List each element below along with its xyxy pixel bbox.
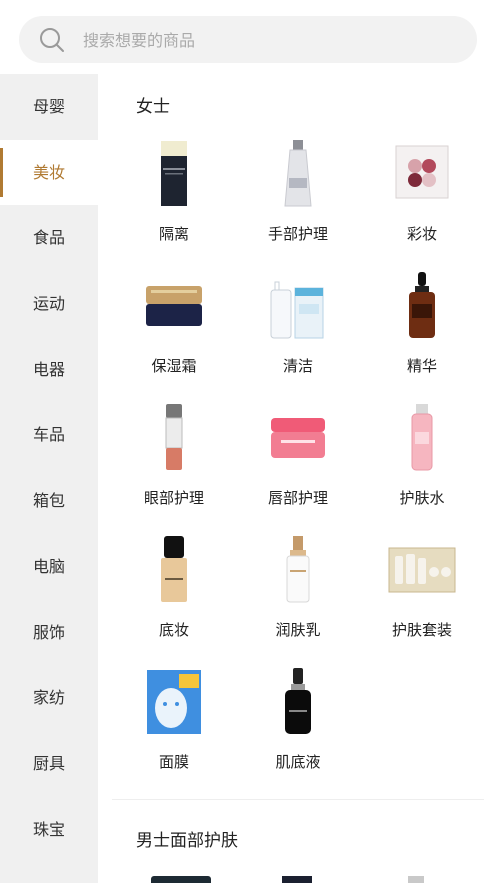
product-label: 润肤乳: [275, 621, 321, 639]
face-mask-pack-icon: [147, 670, 201, 734]
product-label: 清洁: [282, 357, 313, 375]
section-divider: [112, 799, 484, 800]
sidebar-item-jiafang[interactable]: 家纺: [0, 665, 98, 731]
eyeshadow-palette-icon: [395, 145, 449, 199]
product-label: 护肤水: [399, 489, 445, 507]
sidebar-item-fushi[interactable]: 服饰: [0, 600, 98, 666]
toner-bottle-icon: [411, 404, 433, 471]
primer-bottle-icon: [161, 141, 187, 206]
essence-bottle-icon: [285, 668, 311, 734]
sidebar-item-chepin[interactable]: 车品: [0, 402, 98, 468]
sidebar-item-yundong[interactable]: 运动: [0, 271, 98, 337]
foundation-bottle-icon: [161, 536, 187, 602]
skincare-set-icon: [388, 547, 456, 593]
section-title: 女士: [136, 97, 170, 117]
product-item-hand-care[interactable]: 手部护理: [236, 126, 360, 258]
product-label: 唇部护理: [267, 489, 328, 507]
search-input[interactable]: [81, 16, 465, 65]
lip-mask-jar-icon: [271, 418, 325, 458]
product-label: 隔离: [158, 225, 189, 243]
hand-cream-tube-icon: [284, 140, 312, 207]
eye-serum-icon: [165, 404, 183, 470]
product-label: 面膜: [158, 753, 189, 771]
section-title: 男士面部护肤: [136, 831, 238, 851]
cream-jar-icon: [146, 286, 202, 326]
product-item-toner[interactable]: 护肤水: [360, 390, 484, 522]
product-item-serum[interactable]: 精华: [360, 258, 484, 390]
product-item-lip-care[interactable]: 唇部护理: [236, 390, 360, 522]
sidebar-item-muying[interactable]: 母婴: [0, 74, 98, 140]
category-content: 女士 隔离 手部护理 彩妆 保湿霜 清洁 精华 眼部护理 唇部护理 护肤水 底妆…: [98, 74, 497, 883]
product-item-lotion[interactable]: 润肤乳: [236, 522, 360, 654]
product-label: 护肤套装: [391, 621, 452, 639]
sidebar-item-zhubao[interactable]: 珠宝: [0, 797, 98, 863]
product-label: 眼部护理: [143, 489, 204, 507]
product-label: 肌底液: [275, 753, 321, 771]
product-item-primer[interactable]: 隔离: [112, 126, 236, 258]
sidebar-item-chuju[interactable]: 厨具: [0, 731, 98, 797]
product-item-face-mask[interactable]: 面膜: [112, 654, 236, 786]
product-item-skincare-set[interactable]: 护肤套装: [360, 522, 484, 654]
product-label: 保湿霜: [151, 357, 197, 375]
product-label: 底妆: [158, 621, 189, 639]
product-item-cleansing[interactable]: 清洁: [236, 258, 360, 390]
partial-product-image: [151, 876, 211, 883]
partial-product-image: [408, 876, 424, 883]
product-item-essence[interactable]: 肌底液: [236, 654, 360, 786]
sidebar-item-shipin[interactable]: 食品: [0, 205, 98, 271]
product-label: 彩妆: [406, 225, 437, 243]
sidebar-item-meizhuang[interactable]: 美妆: [0, 139, 98, 206]
search-icon: [40, 28, 64, 52]
serum-bottle-icon: [409, 272, 435, 338]
cleanser-set-icon: [270, 281, 324, 339]
product-label: 手部护理: [267, 225, 328, 243]
lotion-bottle-icon: [286, 536, 310, 603]
sidebar-item-dianqi[interactable]: 电器: [0, 337, 98, 403]
sidebar-item-xiangbao[interactable]: 箱包: [0, 468, 98, 534]
product-label: 精华: [406, 357, 437, 375]
product-item-moisturizer[interactable]: 保湿霜: [112, 258, 236, 390]
search-bar[interactable]: [19, 16, 477, 65]
product-item-eye-care[interactable]: 眼部护理: [112, 390, 236, 522]
product-item-makeup[interactable]: 彩妆: [360, 126, 484, 258]
partial-product-image: [282, 876, 312, 883]
sidebar-item-diannao[interactable]: 电脑: [0, 534, 98, 600]
category-sidebar: 母婴 美妆 食品 运动 电器 车品 箱包 电脑 服饰 家纺 厨具 珠宝: [0, 74, 98, 883]
product-item-foundation[interactable]: 底妆: [112, 522, 236, 654]
